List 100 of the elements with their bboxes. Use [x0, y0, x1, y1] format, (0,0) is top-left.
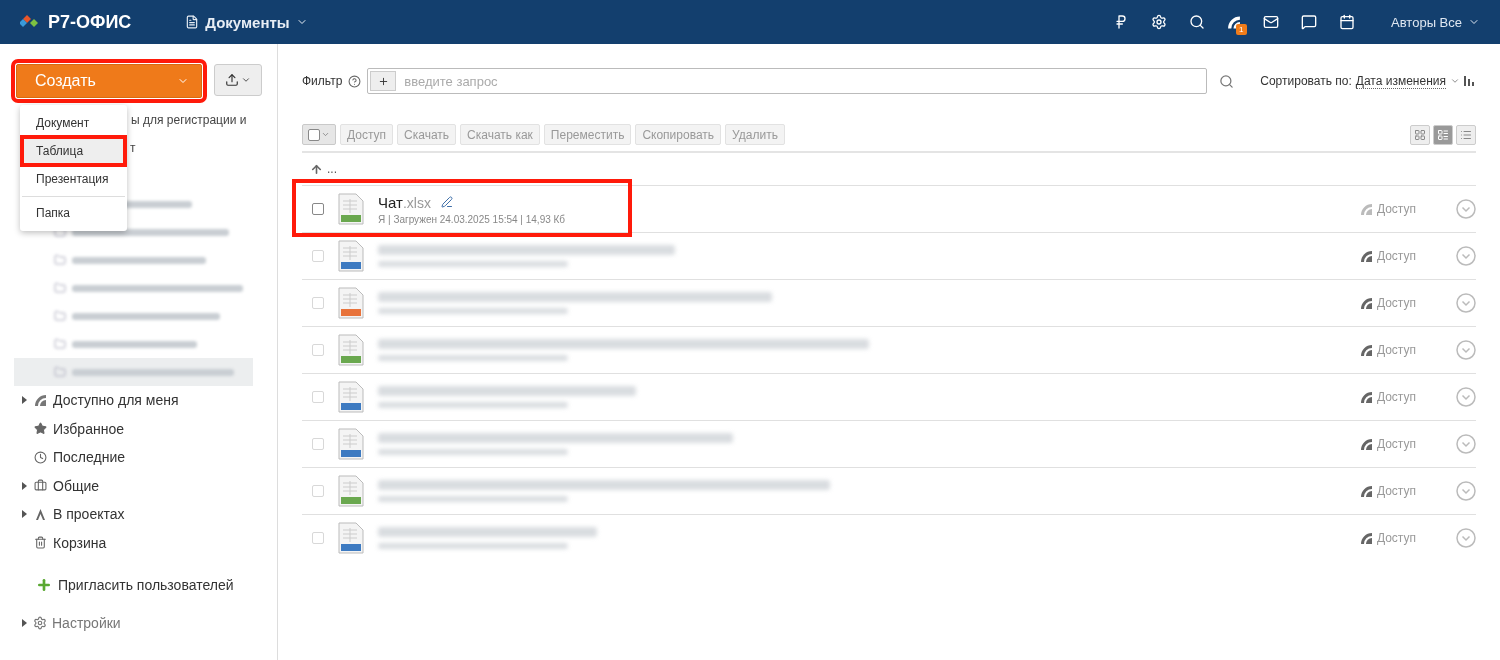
menu-item[interactable]: Презентация: [22, 165, 125, 193]
menu-item[interactable]: Документ: [22, 109, 125, 137]
share-link[interactable]: Доступ: [1359, 437, 1416, 451]
search-icon[interactable]: [1189, 14, 1206, 30]
mail-icon[interactable]: [1263, 14, 1280, 30]
view-mode-button[interactable]: [1456, 124, 1476, 145]
toolbar-button[interactable]: Удалить: [725, 124, 785, 145]
row-menu-icon[interactable]: [1456, 199, 1476, 219]
row-menu-icon[interactable]: [1456, 246, 1476, 266]
file-row[interactable]: Доступ: [302, 514, 1476, 561]
nav-item[interactable]: Общие: [14, 471, 277, 500]
expand-arrow-icon[interactable]: [22, 510, 28, 519]
briefcase-icon: [34, 479, 47, 493]
toolbar-button[interactable]: Скачать: [397, 124, 457, 145]
row-menu-icon[interactable]: [1456, 528, 1476, 548]
compass-icon: [34, 507, 47, 521]
spreadsheet-icon: [338, 287, 364, 319]
row-menu-icon[interactable]: [1456, 340, 1476, 360]
spreadsheet-icon: [338, 381, 364, 413]
help-icon[interactable]: [348, 74, 362, 88]
nav-item[interactable]: Избранное: [14, 414, 277, 443]
nav-item[interactable]: Корзина: [14, 528, 277, 557]
sort-dropdown[interactable]: Дата изменения: [1355, 73, 1446, 89]
folder-icon: [54, 254, 66, 266]
menu-item[interactable]: Папка: [22, 196, 125, 227]
menu-item[interactable]: Таблица: [22, 137, 125, 165]
share-icon: [1359, 391, 1373, 403]
upload-icon: [225, 73, 239, 87]
share-link[interactable]: Доступ: [1359, 249, 1416, 263]
file-row[interactable]: Доступ: [302, 232, 1476, 279]
expand-arrow-icon[interactable]: [22, 481, 28, 490]
view-mode-button[interactable]: [1410, 124, 1430, 145]
row-menu-icon[interactable]: [1456, 481, 1476, 501]
row-checkbox[interactable]: [312, 203, 324, 215]
calendar-icon[interactable]: [1339, 14, 1356, 30]
file-row[interactable]: Доступ: [302, 420, 1476, 467]
toolbar-button[interactable]: Скопировать: [635, 124, 722, 145]
folder-icon: [54, 338, 66, 350]
share-icon: [1359, 250, 1373, 262]
row-menu-icon[interactable]: [1456, 293, 1476, 313]
row-menu-icon[interactable]: [1456, 434, 1476, 454]
file-row[interactable]: Доступ: [302, 326, 1476, 373]
file-row[interactable]: Доступ: [302, 373, 1476, 420]
module-menu[interactable]: Документы: [185, 13, 308, 31]
expand-arrow-icon[interactable]: [22, 396, 28, 405]
logo-text: Р7-ОФИС: [48, 11, 132, 33]
view-mode-button[interactable]: [1433, 124, 1453, 145]
file-row[interactable]: Доступ: [302, 279, 1476, 326]
folder-icon: [54, 282, 66, 294]
row-menu-icon[interactable]: [1456, 387, 1476, 407]
nav-item[interactable]: Последние: [14, 443, 277, 472]
document-icon: [185, 15, 200, 29]
sort-label: Сортировать по:: [1260, 74, 1352, 88]
toolbar-button[interactable]: Переместить: [543, 124, 632, 145]
caret-icon: [1450, 76, 1460, 86]
settings-item[interactable]: Настройки: [22, 615, 277, 631]
file-row[interactable]: Доступ: [302, 467, 1476, 514]
file-meta: Я | Загружен 24.03.2025 15:54 | 14,93 Кб: [378, 213, 566, 225]
spreadsheet-icon: [338, 240, 364, 272]
user-menu[interactable]: Авторы Все: [1391, 14, 1480, 30]
plus-icon: [36, 577, 52, 593]
file-name[interactable]: Чат.xlsx: [378, 193, 431, 211]
invite-link[interactable]: Пригласить пользователей: [36, 577, 277, 593]
sort-order-icon[interactable]: [1464, 76, 1476, 86]
chat-icon[interactable]: [1301, 14, 1318, 30]
nav-item[interactable]: Доступно для меня: [14, 386, 277, 415]
expand-arrow-icon[interactable]: [22, 619, 28, 627]
trash-icon: [34, 536, 47, 550]
toolbar-button[interactable]: Доступ: [340, 124, 394, 145]
clock-icon: [34, 450, 47, 464]
grid-icon: [1414, 128, 1426, 141]
up-arrow-icon: [310, 162, 323, 176]
share-link[interactable]: Доступ: [1359, 531, 1416, 545]
folder-name: т: [130, 141, 136, 155]
share-link[interactable]: Доступ: [1359, 343, 1416, 357]
spreadsheet-icon: [338, 475, 364, 507]
share-link[interactable]: Доступ: [1359, 296, 1416, 310]
select-all-dropdown[interactable]: [302, 124, 336, 145]
caret-icon: [321, 130, 330, 139]
edit-icon[interactable]: [440, 196, 453, 208]
share-icon: [1359, 203, 1373, 215]
file-row[interactable]: Чат.xlsx Я | Загружен 24.03.2025 15:54 | 14,93 Кб Доступ: [302, 185, 1476, 232]
share-icon: [1359, 344, 1373, 356]
caret-icon: [241, 75, 251, 85]
share-link[interactable]: Доступ: [1359, 390, 1416, 404]
settings-icon[interactable]: [1151, 14, 1168, 30]
share-link[interactable]: Доступ: [1359, 202, 1416, 216]
share-icon: [34, 394, 47, 407]
share-icon: [1359, 297, 1373, 309]
toolbar-button[interactable]: Скачать как: [460, 124, 540, 145]
compact-list-icon: [1437, 128, 1449, 141]
notification-badge: 1: [1236, 24, 1247, 35]
filter-bar[interactable]: введите запрос: [367, 68, 1208, 94]
up-folder-link[interactable]: ...: [302, 153, 1476, 185]
star-icon: [34, 422, 47, 436]
upload-button[interactable]: [214, 64, 262, 96]
nav-item[interactable]: В проектах: [14, 500, 277, 529]
spreadsheet-icon: [338, 334, 364, 366]
share-link[interactable]: Доступ: [1359, 484, 1416, 498]
plus-icon[interactable]: [377, 75, 389, 87]
